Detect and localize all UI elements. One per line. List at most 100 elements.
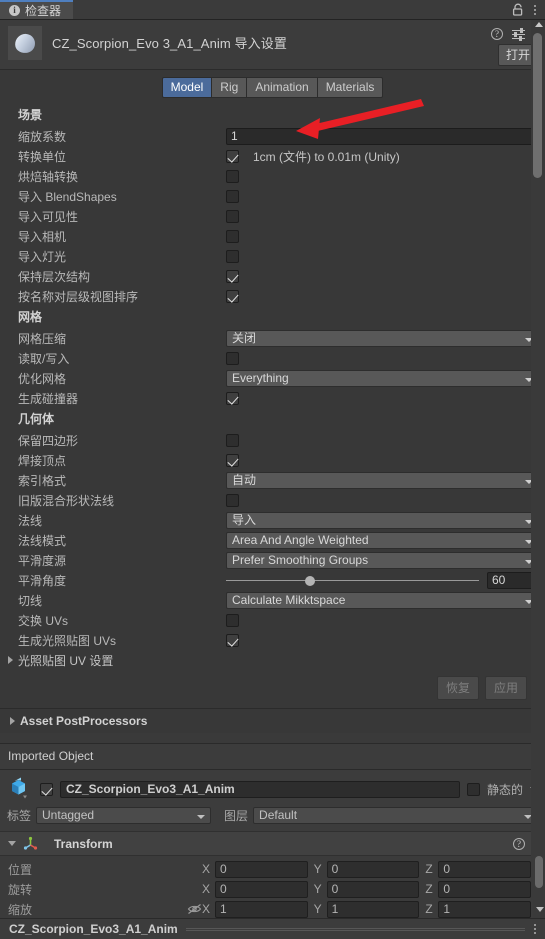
axis-x-label: X <box>202 882 211 896</box>
inspector-scrollbar[interactable] <box>531 20 545 900</box>
help-icon[interactable]: ? <box>513 837 525 850</box>
smoothing-angle-knob[interactable] <box>305 575 316 586</box>
apply-button[interactable]: 应用 <box>484 676 527 700</box>
keep-quads-checkbox[interactable] <box>226 433 239 447</box>
game-object-enabled-checkbox[interactable] <box>40 782 53 796</box>
rotation-z-input[interactable]: 0 <box>438 880 532 898</box>
chevron-right-icon[interactable] <box>10 717 15 725</box>
row-weld-vertices: 焊接顶点 <box>0 450 539 470</box>
import-visibility-checkbox[interactable] <box>226 209 239 223</box>
row-mesh-compression: 网格压缩 关闭 <box>0 328 539 348</box>
normals-mode-dropdown[interactable]: Area And Angle Weighted <box>226 531 539 549</box>
layer-label: 图层 <box>224 809 249 823</box>
scale-factor-input[interactable]: 1 <box>226 127 539 145</box>
preserve-hierarchy-checkbox[interactable] <box>226 269 239 283</box>
window-tab-bar: i 检查器 <box>0 0 545 20</box>
asset-preview-thumbnail[interactable] <box>8 26 42 60</box>
kebab-menu-icon[interactable] <box>533 4 537 15</box>
convert-units-checkbox[interactable] <box>226 149 239 163</box>
scrollbar-thumb[interactable] <box>533 33 542 178</box>
smoothness-source-dropdown[interactable]: Prefer Smoothing Groups <box>226 551 539 569</box>
row-keep-quads: 保留四边形 <box>0 430 539 450</box>
read-write-label: 读取/写入 <box>18 351 70 366</box>
lightmap-uv-settings-foldout[interactable]: 光照贴图 UV 设置 <box>0 650 539 670</box>
swap-uvs-checkbox[interactable] <box>226 613 239 627</box>
read-write-checkbox[interactable] <box>226 351 239 365</box>
section-scene-title: 场景 <box>18 108 43 122</box>
layer-dropdown[interactable]: Default <box>253 807 538 824</box>
normals-label: 法线 <box>18 513 43 528</box>
mesh-compression-dropdown[interactable]: 关闭 <box>226 329 539 347</box>
scroll-down-arrow-icon[interactable] <box>536 907 544 912</box>
game-object-header: CZ_Scorpion_Evo3_A1_Anim 静态的 标签 Untagged… <box>0 770 545 831</box>
generate-lightmap-uvs-checkbox[interactable] <box>226 633 239 647</box>
tab-inspector-label: 检查器 <box>25 4 62 18</box>
import-cameras-checkbox[interactable] <box>226 229 239 243</box>
kebab-menu-icon[interactable] <box>533 924 537 934</box>
sort-hierarchy-checkbox[interactable] <box>226 289 239 303</box>
weld-vertices-checkbox[interactable] <box>226 453 239 467</box>
position-x-input[interactable]: 0 <box>215 860 308 878</box>
asset-header: CZ_Scorpion_Evo 3_A1_Anim 导入设置 ? 打开 <box>0 20 545 70</box>
import-lights-label: 导入灯光 <box>18 249 67 264</box>
tag-label: 标签 <box>7 809 32 823</box>
help-icon[interactable]: ? <box>491 28 503 40</box>
smoothing-angle-track[interactable] <box>226 574 479 587</box>
row-preserve-hierarchy: 保持层次结构 <box>0 266 539 286</box>
row-legacy-blendshape-normals: 旧版混合形状法线 <box>0 490 539 510</box>
smoothing-angle-slider[interactable]: 60 <box>226 571 539 589</box>
axis-x-label: X <box>202 902 211 916</box>
scroll-up-arrow-icon[interactable] <box>535 22 543 27</box>
status-bar: CZ_Scorpion_Evo3_A1_Anim <box>0 918 545 939</box>
bake-axis-checkbox[interactable] <box>226 169 239 183</box>
rotation-label: 旋转 <box>8 882 33 897</box>
generate-colliders-checkbox[interactable] <box>226 391 239 405</box>
constrain-proportions-off-icon[interactable] <box>187 903 202 915</box>
row-scale-factor: 缩放系数 1 <box>0 126 539 146</box>
axis-z-label: Z <box>425 862 433 876</box>
importer-tab-strip: Model Rig Animation Materials <box>0 70 545 104</box>
static-checkbox[interactable] <box>466 782 480 796</box>
transform-component-header[interactable]: Transform ? <box>0 831 545 856</box>
import-blendshapes-checkbox[interactable] <box>226 189 239 203</box>
index-format-dropdown[interactable]: 自动 <box>226 471 539 489</box>
scrollbar-thumb[interactable] <box>535 856 543 888</box>
row-import-cameras: 导入相机 <box>0 226 539 246</box>
prefab-icon[interactable] <box>7 776 33 802</box>
asset-postprocessors-foldout[interactable]: Asset PostProcessors <box>0 709 539 733</box>
tab-materials[interactable]: Materials <box>317 77 384 98</box>
scale-z-input[interactable]: 1 <box>438 900 532 918</box>
chevron-right-icon[interactable] <box>8 656 13 664</box>
index-format-label: 索引格式 <box>18 473 67 488</box>
tab-animation[interactable]: Animation <box>247 77 318 98</box>
optimize-mesh-dropdown[interactable]: Everything <box>226 369 539 387</box>
position-y-input[interactable]: 0 <box>326 860 420 878</box>
axis-z-label: Z <box>425 902 433 916</box>
tab-model[interactable]: Model <box>161 77 213 98</box>
rotation-y-input[interactable]: 0 <box>326 880 420 898</box>
window-tab-bar-controls <box>512 0 545 19</box>
normals-dropdown[interactable]: 导入 <box>226 511 539 529</box>
scale-x-input[interactable]: 1 <box>215 900 308 918</box>
tab-inspector[interactable]: i 检查器 <box>0 0 74 19</box>
position-z-input[interactable]: 0 <box>438 860 532 878</box>
import-lights-checkbox[interactable] <box>226 249 239 263</box>
row-optimize-mesh: 优化网格 Everything <box>0 368 539 388</box>
convert-units-note: 1cm (文件) to 0.01m (Unity) <box>253 149 400 164</box>
tangents-dropdown[interactable]: Calculate Mikktspace <box>226 591 539 609</box>
bake-axis-label: 烘焙轴转换 <box>18 169 79 184</box>
sort-hierarchy-label: 按名称对层级视图排序 <box>18 289 139 304</box>
row-convert-units: 转换单位 1cm (文件) to 0.01m (Unity) <box>0 146 539 166</box>
game-object-name-field[interactable]: CZ_Scorpion_Evo3_A1_Anim <box>60 780 460 798</box>
revert-button[interactable]: 恢复 <box>436 676 479 700</box>
normals-mode-label: 法线模式 <box>18 533 67 548</box>
tab-rig[interactable]: Rig <box>212 77 248 98</box>
chevron-down-icon[interactable] <box>8 841 16 846</box>
transform-scrollbar[interactable] <box>533 838 545 918</box>
lock-icon[interactable] <box>512 3 524 16</box>
scale-y-input[interactable]: 1 <box>326 900 420 918</box>
legacy-blendshape-normals-checkbox[interactable] <box>226 493 239 507</box>
preset-settings-icon[interactable] <box>512 28 525 41</box>
rotation-x-input[interactable]: 0 <box>215 880 308 898</box>
tag-dropdown[interactable]: Untagged <box>36 807 212 824</box>
